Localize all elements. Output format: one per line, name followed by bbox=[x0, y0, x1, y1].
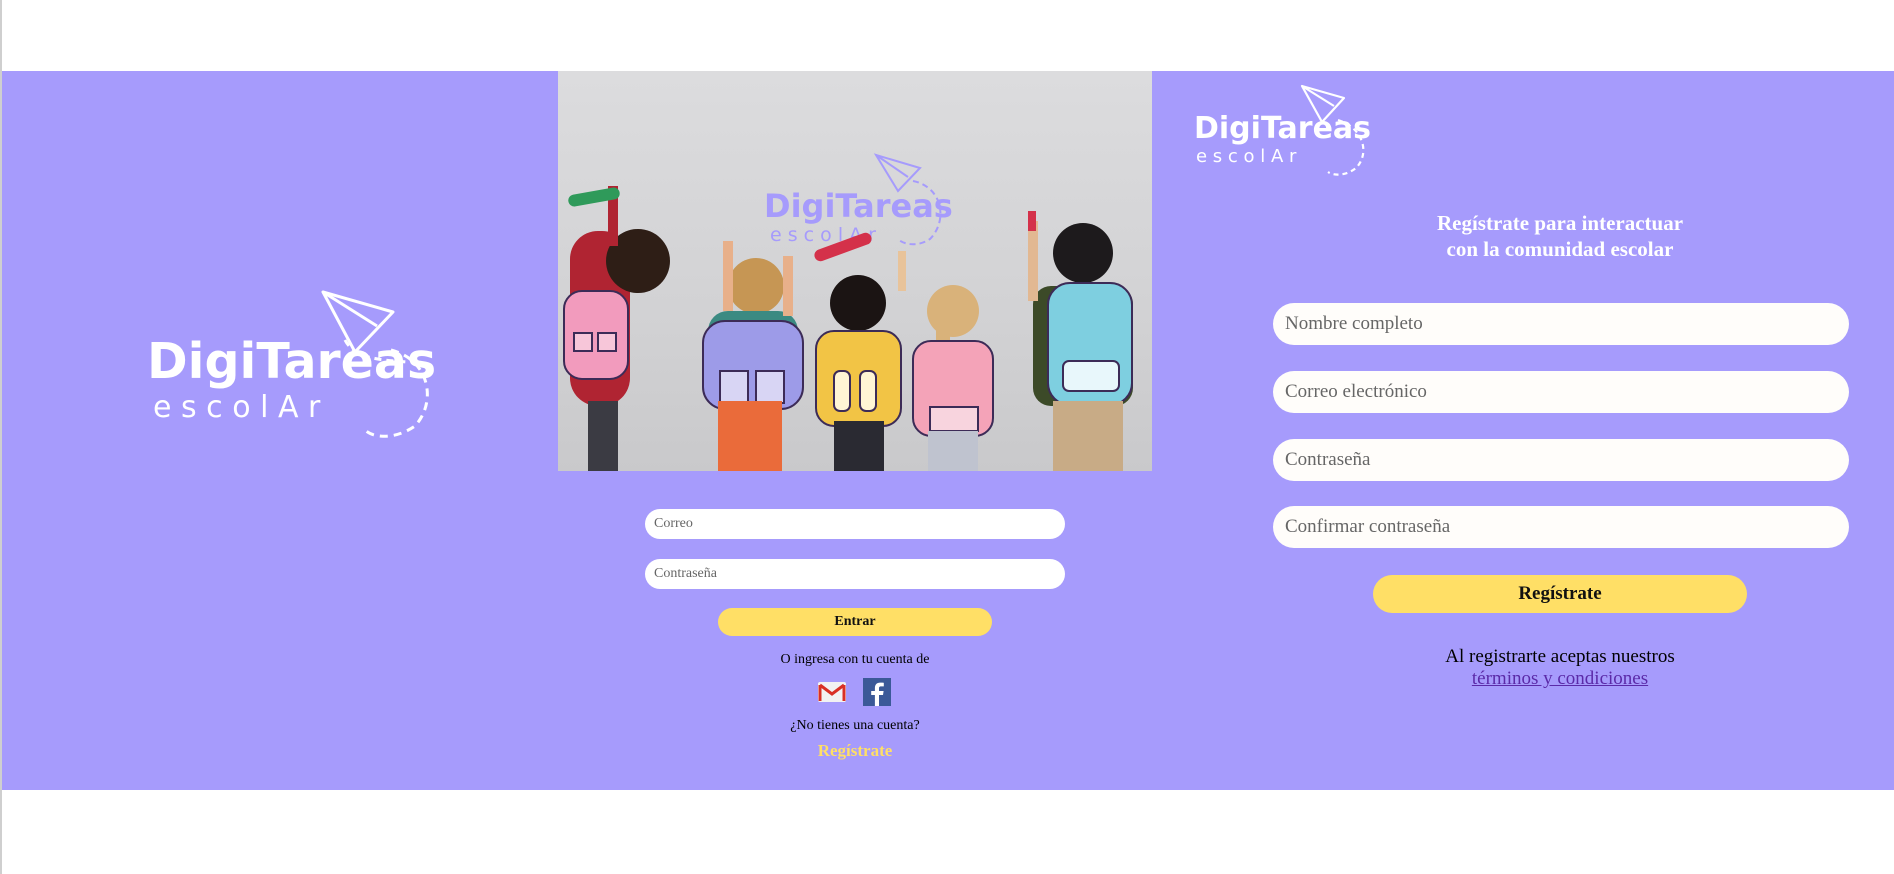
svg-text:DigiTareas: DigiTareas bbox=[1194, 111, 1371, 146]
hero-photo: DigiTareas e s c o l A r bbox=[558, 71, 1152, 471]
register-title: Regístrate para interactuar con la comun… bbox=[1436, 211, 1684, 261]
terms-text: Al registrarte aceptas nuestros bbox=[1445, 646, 1675, 667]
confirm-password-input[interactable] bbox=[1273, 506, 1849, 548]
register-submit-button[interactable]: Regístrate bbox=[1373, 575, 1747, 613]
svg-text:e s c o l A r: e s c o l A r bbox=[153, 390, 321, 425]
terms-link[interactable]: términos y condiciones bbox=[1272, 668, 1848, 690]
digitareas-logo-small: DigiTareas e s c o l A r bbox=[1194, 84, 1371, 176]
svg-text:DigiTareas: DigiTareas bbox=[764, 187, 953, 225]
register-link[interactable]: Regístrate bbox=[645, 741, 1065, 761]
register-password-input[interactable] bbox=[1273, 439, 1849, 481]
digitareas-logo-large: DigiTareas e s c o l A r bbox=[147, 290, 435, 438]
login-email-input[interactable] bbox=[645, 509, 1065, 539]
svg-text:e s c o l A r: e s c o l A r bbox=[1196, 146, 1297, 167]
login-submit-button[interactable]: Entrar bbox=[718, 608, 992, 636]
login-password-input[interactable] bbox=[645, 559, 1065, 589]
no-account-text: ¿No tienes una cuenta? bbox=[790, 718, 920, 733]
facebook-icon[interactable] bbox=[862, 677, 892, 707]
svg-text:DigiTareas: DigiTareas bbox=[147, 333, 435, 390]
register-email-input[interactable] bbox=[1273, 371, 1849, 413]
gmail-icon[interactable] bbox=[817, 677, 847, 707]
alt-login-text: O ingresa con tu cuenta de bbox=[780, 652, 930, 667]
fullname-input[interactable] bbox=[1273, 303, 1849, 345]
